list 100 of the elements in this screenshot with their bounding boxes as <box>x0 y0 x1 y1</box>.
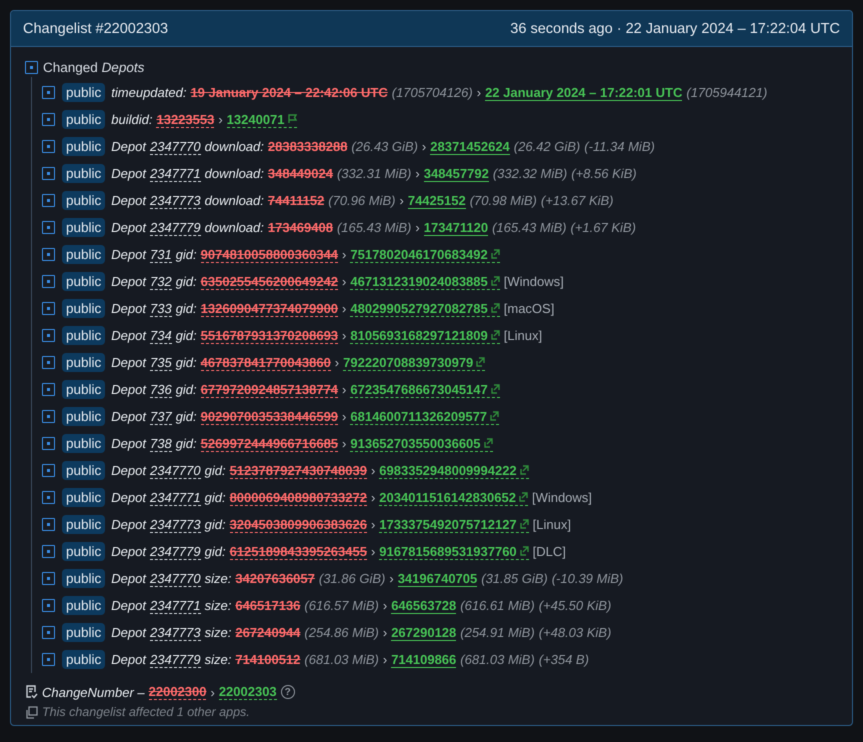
checkbox-icon[interactable] <box>42 113 55 126</box>
depot-link[interactable]: 2347771 <box>150 490 201 506</box>
old-value: 34207636057 <box>235 571 315 586</box>
field-name: gid: <box>204 463 226 478</box>
new-value-link[interactable]: 267290128 <box>391 624 456 640</box>
checkbox-icon[interactable] <box>42 491 55 504</box>
checkbox-icon[interactable] <box>42 302 55 315</box>
new-value-link[interactable]: 646563728 <box>391 598 456 614</box>
checkbox-icon[interactable] <box>42 410 55 423</box>
checkbox-icon[interactable] <box>42 140 55 153</box>
checkbox-icon[interactable] <box>42 572 55 585</box>
depot-link[interactable]: 2347779 <box>150 220 201 236</box>
new-size-note: (254.91 MiB) <box>460 625 535 640</box>
external-link-icon[interactable] <box>476 357 486 367</box>
new-value-link[interactable]: 13240071 <box>226 112 297 128</box>
checkbox-icon[interactable] <box>42 464 55 477</box>
depot-link[interactable]: 736 <box>150 382 172 398</box>
depot-link[interactable]: 2347773 <box>150 516 201 532</box>
checkbox-icon[interactable] <box>42 626 55 639</box>
external-link-icon[interactable] <box>490 276 500 286</box>
old-value: 74411152 <box>268 193 324 208</box>
external-link-icon[interactable] <box>490 303 500 313</box>
new-value-link[interactable]: 22002303 <box>218 684 277 700</box>
checkbox-icon[interactable] <box>42 545 55 558</box>
affected-apps-note: This changelist affected 1 other apps. <box>42 705 250 719</box>
checkbox-icon[interactable] <box>42 599 55 612</box>
external-link-icon[interactable] <box>484 438 493 448</box>
depot-link[interactable]: 2347779 <box>150 544 201 560</box>
old-size-note: (31.86 GiB) <box>318 571 386 586</box>
size-difference: (+1.67 KiB) <box>570 220 636 235</box>
old-value: 13223553 <box>156 112 214 128</box>
checkbox-icon[interactable] <box>42 518 55 531</box>
arrow-separator: › <box>342 382 346 397</box>
depot-label: Depot <box>111 544 146 559</box>
checkbox-icon[interactable] <box>42 167 55 180</box>
depot-link[interactable]: 2347770 <box>150 138 201 154</box>
arrow-separator: › <box>210 684 215 700</box>
checkbox-icon[interactable] <box>42 329 55 342</box>
external-link-icon[interactable] <box>490 330 500 340</box>
depot-link[interactable]: 2347771 <box>150 166 201 182</box>
external-link-icon[interactable] <box>490 384 500 394</box>
checkbox-icon[interactable] <box>42 383 55 396</box>
checkbox-icon[interactable] <box>42 275 55 288</box>
external-link-icon[interactable] <box>518 492 528 502</box>
depot-link[interactable]: 2347770 <box>150 462 201 478</box>
arrow-separator: › <box>382 598 388 613</box>
new-value-link[interactable]: 34196740705 <box>398 570 478 586</box>
flag-icon[interactable] <box>288 114 297 124</box>
checkbox-icon[interactable] <box>42 356 55 369</box>
depot-link[interactable]: 2347771 <box>150 598 201 614</box>
checkbox-icon[interactable] <box>42 86 55 99</box>
external-link-icon[interactable] <box>520 519 529 529</box>
depot-link[interactable]: 731 <box>150 246 172 262</box>
public-badge: public <box>62 164 106 183</box>
size-difference: (+45.50 KiB) <box>538 598 612 613</box>
depot-link[interactable]: 734 <box>150 328 172 344</box>
checkbox-icon[interactable] <box>42 248 55 261</box>
old-value: 8000069408980733272 <box>230 490 367 506</box>
new-size-note: (681.03 MiB) <box>460 652 535 667</box>
depot-link[interactable]: 2347770 <box>150 570 201 586</box>
checkbox-icon[interactable] <box>25 60 38 74</box>
new-value-link[interactable]: 348457792 <box>424 166 489 182</box>
depot-link[interactable]: 737 <box>150 408 172 424</box>
field-name: gid: <box>204 544 226 559</box>
public-badge: public <box>62 623 106 642</box>
help-icon[interactable]: ? <box>280 685 295 699</box>
external-link-icon[interactable] <box>520 465 529 475</box>
depot-link[interactable]: 738 <box>150 436 172 452</box>
external-link-icon[interactable] <box>490 411 500 421</box>
external-link-icon[interactable] <box>520 546 529 556</box>
checkbox-icon[interactable] <box>42 437 55 450</box>
old-size-note: (681.03 MiB) <box>304 652 379 667</box>
old-size-note: (332.31 MiB) <box>336 166 412 181</box>
new-value-link[interactable]: 28371452624 <box>430 138 510 154</box>
depot-label: Depot <box>111 409 146 424</box>
platform-tag: [Linux] <box>532 517 571 532</box>
field-name: gid: <box>176 328 197 343</box>
checkbox-icon[interactable] <box>42 221 55 234</box>
arrow-separator: › <box>382 625 388 640</box>
new-value-link[interactable]: 74425152 <box>408 192 466 208</box>
checkbox-icon[interactable] <box>42 653 55 666</box>
old-value: 6125189843395263455 <box>230 544 367 560</box>
new-size-note: (165.43 MiB) <box>492 220 567 235</box>
depot-link[interactable]: 2347773 <box>150 624 201 640</box>
depot-label: Depot <box>111 247 146 262</box>
depot-link[interactable]: 732 <box>150 274 172 290</box>
external-link-icon[interactable] <box>490 249 500 259</box>
field-name: buildid: <box>111 112 152 127</box>
new-value-link[interactable]: 714109866 <box>391 652 456 668</box>
new-value-link[interactable]: 173471120 <box>424 220 488 236</box>
depot-link[interactable]: 2347779 <box>150 652 201 668</box>
new-value-link[interactable]: 22 January 2024 – 17:22:01 UTC <box>485 84 682 100</box>
field-name: size: <box>204 598 232 613</box>
depot-label: Depot <box>111 463 146 478</box>
depot-link[interactable]: 733 <box>150 300 172 316</box>
checkbox-icon[interactable] <box>42 194 55 207</box>
old-value: 5269972444966716685 <box>200 436 338 452</box>
depot-link[interactable]: 2347773 <box>150 192 201 208</box>
size-difference: (+48.03 KiB) <box>538 625 612 640</box>
depot-link[interactable]: 735 <box>150 354 172 370</box>
